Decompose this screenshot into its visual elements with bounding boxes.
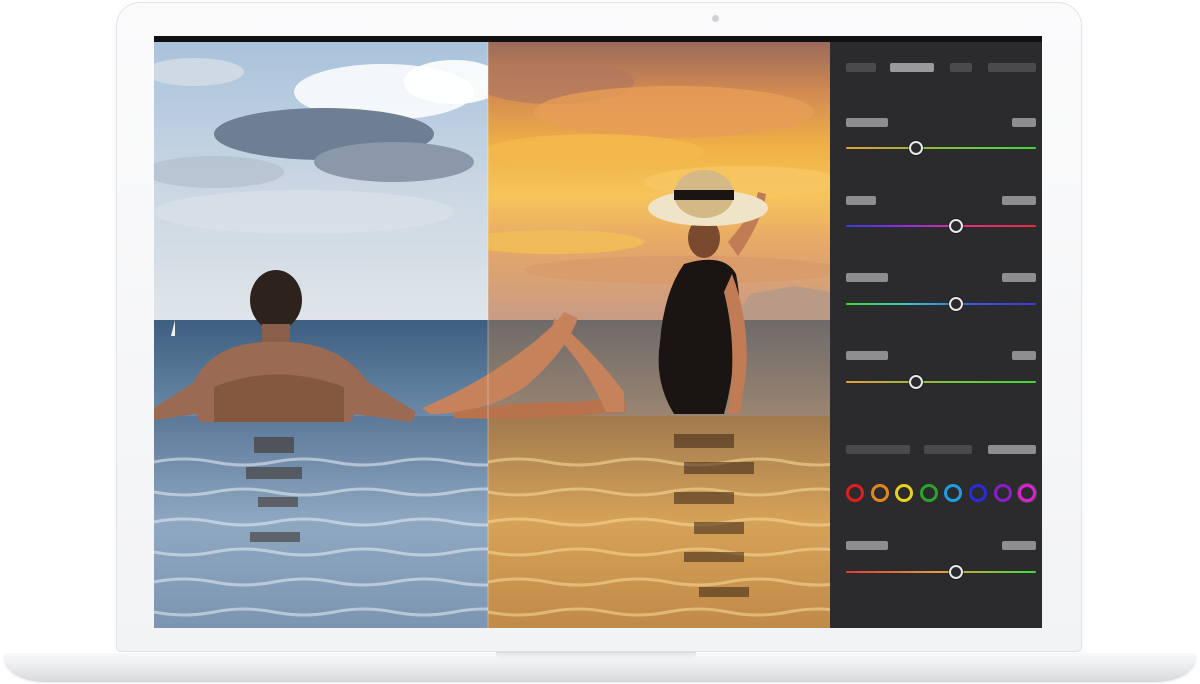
panel-tab-2[interactable] [890,63,934,72]
webcam-icon [712,15,719,22]
slider-1-track[interactable] [846,147,1036,149]
slider-1-value [1012,118,1036,127]
slider-2-handle[interactable] [949,219,964,233]
color-swatch-purple[interactable] [993,484,1012,502]
color-swatch-aqua[interactable] [944,484,963,502]
slider-5-label [846,541,888,550]
slider-2-label [846,196,876,205]
color-mode-tab-1[interactable] [846,445,910,454]
slider-5-handle[interactable] [949,565,964,579]
panel-tab-4[interactable] [988,63,1036,72]
panel-tab-1[interactable] [846,63,876,72]
color-swatch-magenta[interactable] [1018,484,1037,502]
color-mode-tab-3[interactable] [988,445,1036,454]
photo-canvas[interactable] [154,42,830,628]
laptop-opening-notch [496,652,696,660]
slider-1-handle[interactable] [909,141,924,155]
slider-4-track[interactable] [846,381,1036,383]
color-mode-tab-2[interactable] [924,445,972,454]
adjustment-panel [830,42,1042,628]
slider-3-label [846,273,888,282]
slider-5-value [1002,541,1036,550]
color-swatch-yellow[interactable] [895,484,914,502]
slider-3-value [1002,273,1036,282]
slider-2-value [1002,196,1036,205]
laptop-mockup [0,0,1200,684]
slider-5-track[interactable] [846,571,1036,573]
slider-3-track[interactable] [846,303,1036,305]
color-swatch-blue[interactable] [969,484,987,502]
color-swatch-red[interactable] [846,484,864,502]
panel-tab-3[interactable] [950,63,972,72]
slider-4-handle[interactable] [909,375,924,389]
slider-1-label [846,118,888,127]
app-screen [154,36,1042,628]
color-swatch-green[interactable] [919,484,938,502]
slider-3-handle[interactable] [949,297,964,311]
slider-4-value [1012,351,1036,360]
slider-4-label [846,351,888,360]
color-swatch-orange[interactable] [870,484,889,502]
slider-2-track[interactable] [846,225,1036,227]
